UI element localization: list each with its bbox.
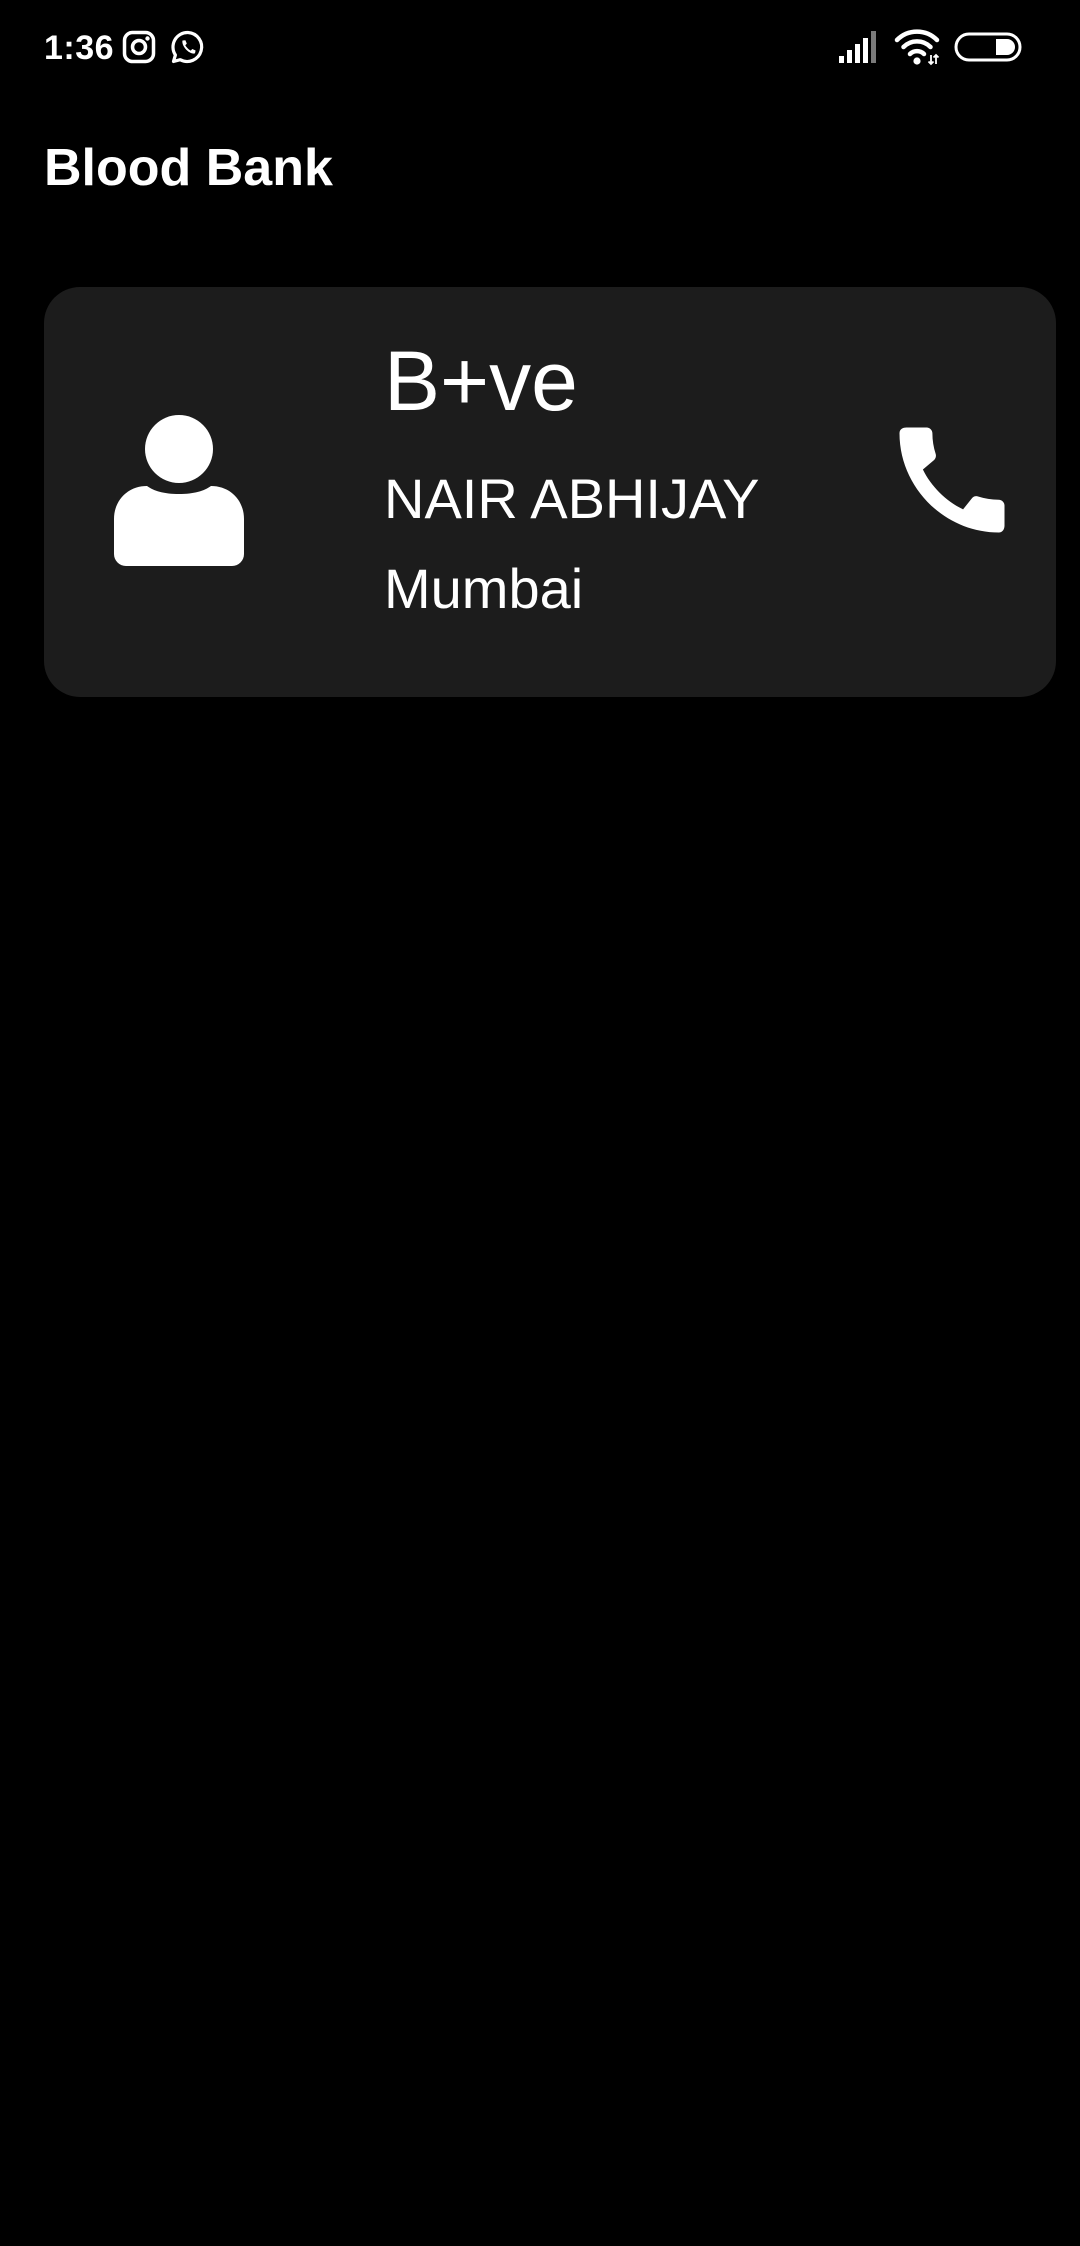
call-button[interactable] [882,410,1022,550]
blood-group: B+ve [384,334,578,428]
phone-icon [899,427,1005,533]
whatsapp-icon [171,30,204,64]
person-icon [114,415,244,566]
donor-card: B+ve NAIR ABHIJAY Mumbai [44,287,1056,697]
donor-city: Mumbai [384,557,584,620]
cellular-signal-icon [839,31,876,63]
wifi-icon [894,29,940,66]
battery-icon [954,32,1022,62]
app-title: Blood Bank [44,139,333,197]
donor-name: NAIR ABHIJAY [384,467,760,530]
instagram-icon [122,30,156,64]
status-time: 1:36 [44,29,115,67]
status-bar: 1:36 [0,0,1080,96]
